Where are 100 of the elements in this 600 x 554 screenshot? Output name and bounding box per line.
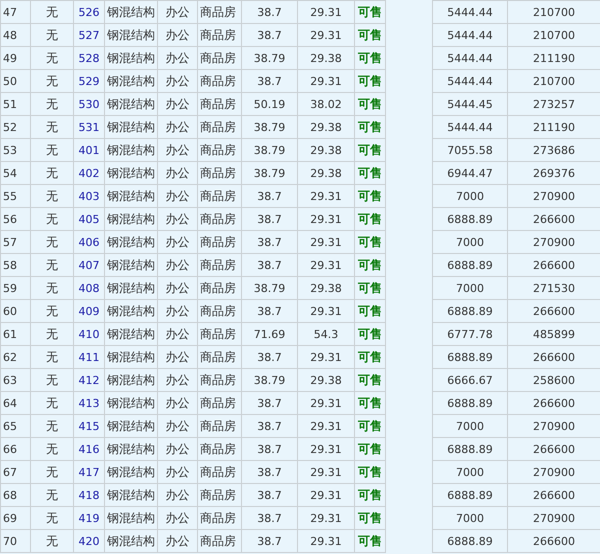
table-cell: 办公 <box>158 184 198 208</box>
table-cell: 58 <box>0 254 30 276</box>
table-cell: 29.31 <box>298 484 354 506</box>
table-cell: 办公 <box>158 254 198 276</box>
table-cell: 29.31 <box>298 530 354 552</box>
table-cell: 无 <box>30 506 74 530</box>
table-cell: 38.7 <box>242 414 298 438</box>
table-cell: 办公 <box>158 392 198 414</box>
table-cell: 38.7 <box>242 484 298 506</box>
table-cell: 6888.89 <box>432 392 508 414</box>
table-cell: 50 <box>0 70 30 92</box>
table-cell: 无 <box>30 530 74 552</box>
table-cell: 办公 <box>158 138 198 162</box>
table-cell: 6666.67 <box>432 368 508 392</box>
table-cell: 商品房 <box>198 208 242 230</box>
table-cell: 64 <box>0 392 30 414</box>
table-cell: 29.38 <box>298 368 354 392</box>
table-cell: 6888.89 <box>432 438 508 460</box>
table-cell: 商品房 <box>198 254 242 276</box>
table-cell: 钢混结构 <box>104 116 158 138</box>
table-cell: 办公 <box>158 460 198 484</box>
table-cell: 商品房 <box>198 414 242 438</box>
table-cell: 办公 <box>158 438 198 460</box>
table-cell: 钢混结构 <box>104 300 158 322</box>
table-cell: 38.79 <box>242 138 298 162</box>
table-cell: 无 <box>30 70 74 92</box>
table-cell: 钢混结构 <box>104 346 158 368</box>
table-cell: 钢混结构 <box>104 506 158 530</box>
table-cell: 6888.89 <box>432 484 508 506</box>
table-cell: 无 <box>30 414 74 438</box>
table-cell: 商品房 <box>198 92 242 116</box>
table-cell: 5444.44 <box>432 116 508 138</box>
table-cell: 29.31 <box>298 414 354 438</box>
table-cell: 办公 <box>158 0 198 24</box>
table-cell: 商品房 <box>198 24 242 46</box>
table-cell: 29.31 <box>298 254 354 276</box>
table-cell: 67 <box>0 460 30 484</box>
table-cell: 办公 <box>158 24 198 46</box>
table-cell: 6888.89 <box>432 346 508 368</box>
table-cell: 商品房 <box>198 230 242 254</box>
table-cell: 无 <box>30 276 74 300</box>
table-cell: 商品房 <box>198 392 242 414</box>
table-cell: 71.69 <box>242 322 298 346</box>
table-cell: 29.38 <box>298 46 354 70</box>
table-cell: 办公 <box>158 530 198 552</box>
table-cell: 7000 <box>432 414 508 438</box>
table-cell: 38.7 <box>242 346 298 368</box>
table-cell: 钢混结构 <box>104 92 158 116</box>
table-cell: 49 <box>0 46 30 70</box>
table-cell: 60 <box>0 300 30 322</box>
table-cell: 办公 <box>158 208 198 230</box>
table-cell: 钢混结构 <box>104 46 158 70</box>
table-cell: 商品房 <box>198 484 242 506</box>
table-cell: 无 <box>30 230 74 254</box>
table-cell: 办公 <box>158 300 198 322</box>
table-cell: 钢混结构 <box>104 70 158 92</box>
table-cell: 38.7 <box>242 208 298 230</box>
table-cell: 38.79 <box>242 368 298 392</box>
table-cell: 29.31 <box>298 460 354 484</box>
table-cell: 商品房 <box>198 460 242 484</box>
table-cell: 无 <box>30 300 74 322</box>
table-cell: 38.7 <box>242 300 298 322</box>
table-cell: 68 <box>0 484 30 506</box>
table-cell: 6888.89 <box>432 254 508 276</box>
table-cell: 38.7 <box>242 254 298 276</box>
table-cell: 7000 <box>432 276 508 300</box>
table-cell: 商品房 <box>198 116 242 138</box>
table-cell: 钢混结构 <box>104 138 158 162</box>
table-cell: 29.31 <box>298 208 354 230</box>
table-cell: 62 <box>0 346 30 368</box>
table-cell: 210700 <box>508 0 600 24</box>
table-cell: 办公 <box>158 116 198 138</box>
table-cell: 商品房 <box>198 300 242 322</box>
table-cell: 5444.44 <box>432 0 508 24</box>
table-cell: 38.79 <box>242 162 298 184</box>
table-cell: 7055.58 <box>432 138 508 162</box>
table-cell: 38.7 <box>242 24 298 46</box>
table-cell: 商品房 <box>198 530 242 552</box>
table-cell: 29.31 <box>298 0 354 24</box>
table-cell: 6888.89 <box>432 300 508 322</box>
table-cell: 办公 <box>158 506 198 530</box>
table-cell: 38.7 <box>242 530 298 552</box>
status-cell: 可售 <box>354 0 386 24</box>
table-cell: 无 <box>30 254 74 276</box>
table-cell: 7000 <box>432 184 508 208</box>
table-cell: 商品房 <box>198 322 242 346</box>
table-cell: 50.19 <box>242 92 298 116</box>
table-cell: 办公 <box>158 346 198 368</box>
table-cell: 38.7 <box>242 184 298 208</box>
table-cell: 29.38 <box>298 138 354 162</box>
table-cell: 56 <box>0 208 30 230</box>
table-cell: 61 <box>0 322 30 346</box>
table-cell: 商品房 <box>198 0 242 24</box>
table-cell: 无 <box>30 438 74 460</box>
table-cell: 商品房 <box>198 70 242 92</box>
table-cell: 7000 <box>432 230 508 254</box>
table-cell: 29.38 <box>298 116 354 138</box>
table-cell: 51 <box>0 92 30 116</box>
table-cell: 5444.44 <box>432 46 508 70</box>
table-cell: 54.3 <box>298 322 354 346</box>
